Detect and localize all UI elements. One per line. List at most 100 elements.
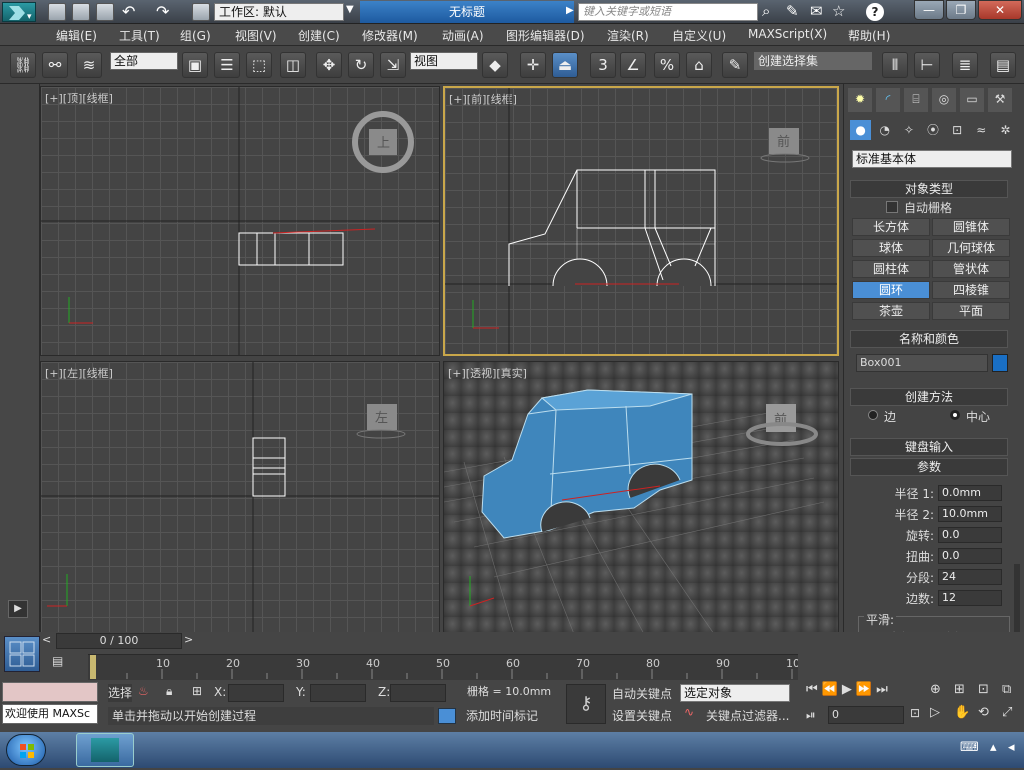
app-logo-icon[interactable]: ▾ (2, 2, 36, 22)
field-of-view-icon[interactable]: ▷ (930, 705, 952, 726)
track-bar[interactable]: 10 20 30 40 50 60 70 80 90 100 (88, 654, 807, 680)
workspace-dropdown[interactable]: 工作区: 默认 (214, 3, 344, 21)
unlink-icon[interactable]: ⚯ (42, 52, 68, 78)
btn-teapot[interactable]: 茶壶 (852, 302, 930, 320)
btn-cone[interactable]: 圆锥体 (932, 218, 1010, 236)
object-type-header[interactable]: 对象类型 (850, 180, 1008, 198)
menu-modifiers[interactable]: 修改器(M) (362, 27, 418, 44)
key-icon[interactable]: ✎ (786, 2, 799, 20)
binoculars-icon[interactable]: ⌕ (762, 2, 770, 20)
segments-spinner[interactable]: 24 (938, 569, 1002, 585)
pivot-center-icon[interactable]: ◆ (482, 52, 508, 78)
object-name-input[interactable]: Box001 (856, 354, 988, 372)
expand-toolbar-icon[interactable]: ▶ (8, 600, 28, 618)
chevron-down-icon[interactable]: ▼ (346, 4, 354, 15)
view-cube-label[interactable]: 左 (375, 411, 388, 426)
expand-arrow-icon[interactable]: ▶ (566, 5, 574, 16)
orbit-icon[interactable]: ⟲ (978, 705, 1000, 726)
isolate-icon[interactable]: ♨ (138, 684, 149, 698)
start-button[interactable] (6, 734, 46, 766)
menu-maxscript[interactable]: MAXScript(X) (748, 27, 827, 41)
rotate-icon[interactable]: ↻ (348, 52, 374, 78)
previous-frame-icon[interactable]: ⏪ (822, 682, 838, 704)
menu-edit[interactable]: 编辑(E) (56, 27, 97, 44)
menu-customize[interactable]: 自定义(U) (672, 27, 726, 44)
lock-icon[interactable]: 🔒︎ (166, 684, 172, 699)
graphite-toggle-icon[interactable]: ▤ (990, 52, 1016, 78)
modify-tab-icon[interactable]: ◜ (876, 88, 900, 112)
cameras-icon[interactable]: ⦿ (922, 120, 943, 140)
new-file-icon[interactable] (48, 3, 66, 21)
radius2-spinner[interactable]: 10.0mm (938, 506, 1002, 522)
help-icon[interactable]: ? (866, 3, 884, 21)
autogrid-checkbox[interactable] (886, 201, 898, 213)
maxscript-listener-pink[interactable] (2, 682, 98, 702)
move-icon[interactable]: ✥ (316, 52, 342, 78)
autokey-button[interactable]: 自动关键点 (612, 685, 672, 702)
parameters-header[interactable]: 参数 (850, 458, 1008, 476)
btn-plane[interactable]: 平面 (932, 302, 1010, 320)
btn-torus[interactable]: 圆环 (852, 281, 930, 299)
radio-edge[interactable] (868, 410, 878, 420)
reference-coord-dropdown[interactable]: 视图 (410, 52, 478, 70)
btn-geosphere[interactable]: 几何球体 (932, 239, 1010, 257)
select-object-icon[interactable]: ▣ (182, 52, 208, 78)
undo-icon[interactable]: ↶ (122, 2, 135, 21)
zoom-extents-all-icon[interactable]: ⧉ (1002, 682, 1024, 703)
keyboard-shortcut-override-icon[interactable]: ⏏ (552, 52, 578, 78)
key-filter-curve-icon[interactable]: ∿ (684, 705, 694, 719)
tray-arrow-icon[interactable]: ▴ (990, 740, 997, 755)
time-slider-right-icon[interactable]: > (184, 633, 200, 649)
named-selection-dropdown[interactable]: 创建选择集 (754, 52, 872, 70)
viewport-front[interactable]: [+][前][线框] 前 (443, 86, 839, 356)
radio-center[interactable] (950, 410, 960, 420)
menu-help[interactable]: 帮助(H) (848, 27, 890, 44)
percent-snap-icon[interactable]: % (654, 52, 680, 78)
btn-pyramid[interactable]: 四棱锥 (932, 281, 1010, 299)
redo-icon[interactable]: ↷ (156, 2, 169, 21)
volume-icon[interactable]: ◂ (1008, 740, 1015, 755)
spinner-snap-icon[interactable]: ⌂ (686, 52, 712, 78)
geometry-icon[interactable]: ● (850, 120, 872, 140)
search-input[interactable]: 键入关键字或短语 (578, 3, 758, 21)
creation-method-header[interactable]: 创建方法 (850, 388, 1008, 406)
utilities-tab-icon[interactable]: ⚒ (988, 88, 1012, 112)
pan-icon[interactable]: ✋ (954, 705, 976, 726)
menu-graph-editors[interactable]: 图形编辑器(D) (506, 27, 585, 44)
edit-named-selection-icon[interactable]: ✎ (722, 52, 748, 78)
category-dropdown[interactable]: 标准基本体 (852, 150, 1012, 168)
set-key-button[interactable]: 设置关键点 (612, 707, 672, 724)
mirror-icon[interactable]: ⫴ (882, 52, 908, 78)
key-mode-toggle-icon[interactable]: ⏯ (806, 708, 816, 723)
view-cube-label[interactable]: 前 (777, 134, 790, 150)
go-to-end-icon[interactable]: ⏭ (876, 682, 888, 704)
viewport-top[interactable]: [+][顶][线框] 上 (40, 86, 440, 356)
rectangular-selection-icon[interactable]: ⬚ (246, 52, 272, 78)
object-color-swatch[interactable] (992, 354, 1008, 372)
next-frame-icon[interactable]: ⏩ (856, 682, 872, 704)
scale-icon[interactable]: ⇲ (380, 52, 406, 78)
play-icon[interactable]: ▶ (842, 682, 852, 704)
angle-snap-icon[interactable]: ∠ (620, 52, 646, 78)
time-slider-thumb[interactable] (90, 655, 96, 679)
twist-spinner[interactable]: 0.0 (938, 548, 1002, 564)
systems-icon[interactable]: ✲ (995, 120, 1016, 140)
viewport-layout-icon[interactable] (4, 636, 40, 672)
hierarchy-tab-icon[interactable]: ⌸ (904, 88, 928, 112)
minimize-button[interactable]: — (914, 0, 944, 20)
save-file-icon[interactable] (96, 3, 114, 21)
restore-button[interactable]: ❐ (946, 0, 976, 20)
helpers-icon[interactable]: ⊡ (947, 120, 968, 140)
communication-icon[interactable]: ✉ (810, 2, 823, 20)
menu-tools[interactable]: 工具(T) (119, 27, 160, 44)
btn-box[interactable]: 长方体 (852, 218, 930, 236)
link-icon[interactable]: ⛓ (10, 52, 36, 78)
go-to-start-icon[interactable]: ⏮ (806, 682, 818, 704)
shapes-icon[interactable]: ◔ (874, 120, 895, 140)
key-filters-button[interactable]: 关键点过滤器... (706, 707, 789, 724)
name-color-header[interactable]: 名称和颜色 (850, 330, 1008, 348)
add-time-tag[interactable]: 添加时间标记 (466, 707, 538, 724)
btn-sphere[interactable]: 球体 (852, 239, 930, 257)
space-warps-icon[interactable]: ≈ (971, 120, 992, 140)
keyboard-tray-icon[interactable]: ⌨ (960, 740, 979, 755)
